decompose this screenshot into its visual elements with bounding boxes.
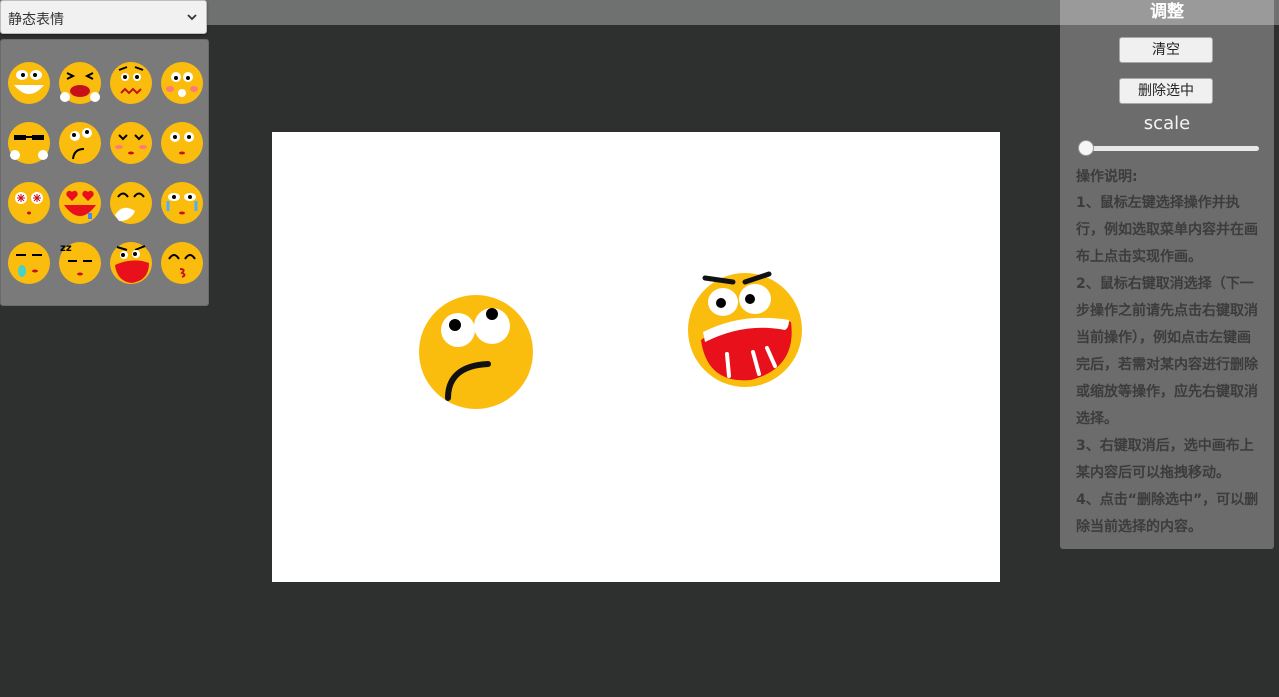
- kiss-emoji-icon[interactable]: [160, 241, 204, 285]
- sleeping-emoji-icon[interactable]: zz: [58, 241, 102, 285]
- emoji-category-dropdown[interactable]: 静态表情: [0, 0, 207, 34]
- instruction-item-1: 1、鼠标左键选择操作并执行，例如选取菜单内容并在画布上点击实现作画。: [1076, 195, 1258, 265]
- dizzy-emoji-icon[interactable]: [7, 181, 51, 225]
- squint-cry-emoji-icon[interactable]: [58, 61, 102, 105]
- heart-eyes-emoji-icon[interactable]: [58, 181, 102, 225]
- scale-label: scale: [1143, 113, 1191, 134]
- delete-selected-button[interactable]: 删除选中: [1119, 78, 1213, 104]
- placed-angry-shout-emoji[interactable]: [685, 268, 805, 388]
- adjust-panel: 调整 清空 删除选中 scale 操作说明: 1、鼠标左键选择操作并执行，例如选…: [1060, 0, 1274, 549]
- scale-slider-handle[interactable]: [1078, 140, 1094, 156]
- laugh-cover-emoji-icon[interactable]: [109, 181, 153, 225]
- tearful-emoji-icon[interactable]: [160, 181, 204, 225]
- surprised-emoji-icon[interactable]: [160, 121, 204, 165]
- instructions-title: 操作说明:: [1076, 169, 1138, 185]
- instruction-item-2: 2、鼠标右键取消选择（下一步操作之前请先点击右键取消当前操作），例如点击左键画完…: [1076, 276, 1258, 427]
- instruction-item-4: 4、点击“删除选中”，可以删除当前选择的内容。: [1076, 492, 1259, 535]
- clear-button[interactable]: 清空: [1119, 37, 1213, 63]
- snot-emoji-icon[interactable]: [7, 241, 51, 285]
- svg-text:zz: zz: [60, 243, 72, 254]
- panel-title: 调整: [1060, 0, 1274, 25]
- angry-shout-emoji-icon[interactable]: [109, 241, 153, 285]
- placed-confused-emoji[interactable]: [418, 294, 534, 410]
- grin-emoji-icon[interactable]: [7, 61, 51, 105]
- confused-emoji-icon[interactable]: [58, 121, 102, 165]
- worried-emoji-icon[interactable]: [109, 61, 153, 105]
- blush-eyes-emoji-icon[interactable]: [160, 61, 204, 105]
- drawing-canvas[interactable]: [272, 132, 1000, 582]
- emoji-palette: zz: [0, 39, 209, 306]
- chevron-down-icon: [187, 14, 197, 21]
- sunglasses-emoji-icon[interactable]: [7, 121, 51, 165]
- sleepy-blush-emoji-icon[interactable]: [109, 121, 153, 165]
- instruction-item-3: 3、右键取消后，选中画布上某内容后可以拖拽移动。: [1076, 438, 1254, 481]
- dropdown-selected-label: 静态表情: [8, 12, 64, 28]
- scale-slider-track[interactable]: [1081, 146, 1259, 151]
